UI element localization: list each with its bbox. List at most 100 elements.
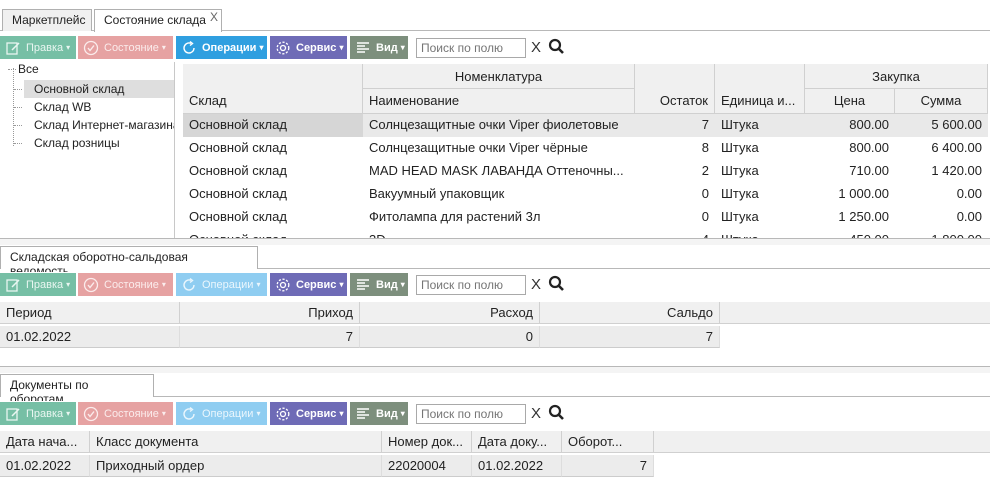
refresh-icon (180, 405, 198, 423)
cell-expense[interactable]: 0 (360, 326, 540, 348)
search-icon[interactable] (548, 38, 565, 58)
col-header-balance[interactable]: Остаток (635, 64, 715, 114)
cell-unit: Штука (721, 163, 759, 178)
view-button[interactable]: Вид ▾ (350, 402, 408, 425)
cell-warehouse: Основной склад (189, 140, 287, 155)
cell-start-date[interactable]: 01.02.2022 (0, 455, 90, 477)
osv-tab-bar: Складская оборотно-сальдовая ведомость (0, 246, 990, 278)
col-header-balance[interactable]: Сальдо (540, 302, 720, 324)
col-header-income[interactable]: Приход (180, 302, 360, 324)
col-header-filler (720, 302, 990, 324)
tab-documents[interactable]: Документы по оборотам (0, 374, 154, 406)
col-header-doc-number[interactable]: Номер док... (382, 431, 472, 453)
tree-item-main-warehouse[interactable]: Основной склад (24, 80, 174, 98)
operations-button[interactable]: Операции ▾ (176, 402, 267, 425)
state-button[interactable]: Состояние ▾ (78, 273, 173, 296)
col-header-warehouse[interactable]: Склад (183, 64, 363, 114)
cell-turnover[interactable]: 7 (562, 455, 654, 477)
clear-search-icon[interactable]: X (531, 276, 541, 293)
section-divider[interactable] (0, 238, 990, 245)
cell-income[interactable]: 7 (180, 326, 360, 348)
clear-search-icon[interactable]: X (531, 39, 541, 56)
warehouse-tree: Все Основной склад Склад WB Склад Интерн… (0, 62, 175, 238)
col-group-purchase: Закупка (805, 64, 988, 89)
cell-warehouse: Основной склад (183, 114, 363, 137)
table-row[interactable]: Основной склад Солнцезащитные очки Viper… (183, 137, 988, 160)
col-header-price[interactable]: Цена (805, 89, 895, 114)
operations-button-label: Операции (202, 278, 254, 291)
edit-button[interactable]: Правка ▾ (0, 402, 76, 425)
cell-doc-date[interactable]: 01.02.2022 (472, 455, 562, 477)
col-header-sum[interactable]: Сумма (895, 89, 988, 114)
view-button[interactable]: Вид ▾ (350, 273, 408, 296)
col-header-turnover[interactable]: Оборот... (562, 431, 654, 453)
refresh-icon (180, 39, 198, 57)
table-row[interactable]: Основной склад Вакуумный упаковщик 0 Шту… (183, 183, 988, 206)
service-button-label: Сервис (296, 41, 337, 54)
list-view-icon (354, 276, 372, 294)
operations-button[interactable]: Операции ▾ (176, 36, 267, 59)
service-button[interactable]: Сервис ▾ (270, 402, 347, 425)
col-header-expense[interactable]: Расход (360, 302, 540, 324)
cell-doc-class[interactable]: Приходный ордер (90, 455, 382, 477)
docs-tab-bar: Документы по оборотам (0, 374, 990, 406)
col-header-unit[interactable]: Единица и... (715, 64, 805, 114)
view-button-label: Вид (376, 41, 398, 54)
cell-sum: 6 400.00 (931, 140, 982, 155)
table-row[interactable]: Основной склад Солнцезащитные очки Viper… (183, 114, 988, 137)
cell-sum: 1 420.00 (931, 163, 982, 178)
tree-item-wb-warehouse[interactable]: Склад WB (34, 98, 91, 116)
cell-balance[interactable]: 7 (540, 326, 720, 348)
tree-item-retail-warehouse[interactable]: Склад розницы (34, 134, 120, 152)
section-divider[interactable] (0, 366, 990, 373)
search-input[interactable] (416, 275, 526, 295)
top-tab-bar: Маркетплейс Состояние склада X (0, 0, 990, 32)
col-header-doc-class[interactable]: Класс документа (90, 431, 382, 453)
col-header-doc-date[interactable]: Дата доку... (472, 431, 562, 453)
cell-period[interactable]: 01.02.2022 (0, 326, 180, 348)
col-header-start-date[interactable]: Дата нача... (0, 431, 90, 453)
docs-toolbar: Правка ▾ Состояние ▾ Операции ▾ Сервис ▾ Вид… (0, 401, 990, 426)
search-input[interactable] (416, 404, 526, 424)
cell-name: MAD HEAD MASK ЛАВАНДА Оттеночны... (369, 163, 624, 178)
edit-button[interactable]: Правка ▾ (0, 36, 76, 59)
cell-price: 1 250.00 (838, 209, 889, 224)
check-circle-icon (82, 405, 100, 423)
col-header-period[interactable]: Период (0, 302, 180, 324)
service-button[interactable]: Сервис ▾ (270, 273, 347, 296)
gear-icon (274, 405, 292, 423)
col-header-name[interactable]: Наименование (363, 89, 635, 114)
cell-warehouse: Основной склад (189, 163, 287, 178)
cell-doc-number[interactable]: 22020004 (382, 455, 472, 477)
warehouse-stock-grid: Склад Номенклатура Наименование Остаток … (183, 64, 990, 239)
pencil-icon (4, 276, 22, 294)
main-toolbar: Правка ▾ Состояние ▾ Операции ▾ Сервис ▾ Вид… (0, 35, 990, 60)
search-icon[interactable] (548, 404, 565, 424)
tree-item-online-store-warehouse[interactable]: Склад Интернет-магазина (34, 116, 174, 134)
cell-sum: 0.00 (956, 186, 982, 201)
cell-warehouse: Основной склад (189, 186, 287, 201)
list-view-icon (354, 39, 372, 57)
check-circle-icon (82, 39, 100, 57)
tab-osv[interactable]: Складская оборотно-сальдовая ведомость (0, 246, 258, 278)
clear-search-icon[interactable]: X (531, 405, 541, 422)
search-icon[interactable] (548, 275, 565, 295)
operations-button[interactable]: Операции ▾ (176, 273, 267, 296)
edit-button-label: Правка (26, 41, 64, 54)
close-tab-icon[interactable]: X (210, 10, 218, 24)
service-button[interactable]: Сервис ▾ (270, 36, 347, 59)
tab-warehouse-state[interactable]: Состояние склада X (94, 9, 222, 32)
pencil-icon (4, 39, 22, 57)
edit-button[interactable]: Правка ▾ (0, 273, 76, 296)
state-button[interactable]: Состояние ▾ (78, 36, 173, 59)
cell-name: Солнцезащитные очки Viper фиолетовые (369, 117, 619, 132)
tree-item-all[interactable]: Все (18, 62, 39, 78)
table-row[interactable]: Основной склад MAD HEAD MASK ЛАВАНДА Отт… (183, 160, 988, 183)
state-button[interactable]: Состояние ▾ (78, 402, 173, 425)
tab-marketplace[interactable]: Маркетплейс (2, 9, 92, 31)
refresh-icon (180, 276, 198, 294)
operations-button-label: Операции (202, 407, 254, 420)
search-input[interactable] (416, 38, 526, 58)
table-row[interactable]: Основной склад Фитолампа для растений 3л… (183, 206, 988, 229)
view-button[interactable]: Вид ▾ (350, 36, 408, 59)
